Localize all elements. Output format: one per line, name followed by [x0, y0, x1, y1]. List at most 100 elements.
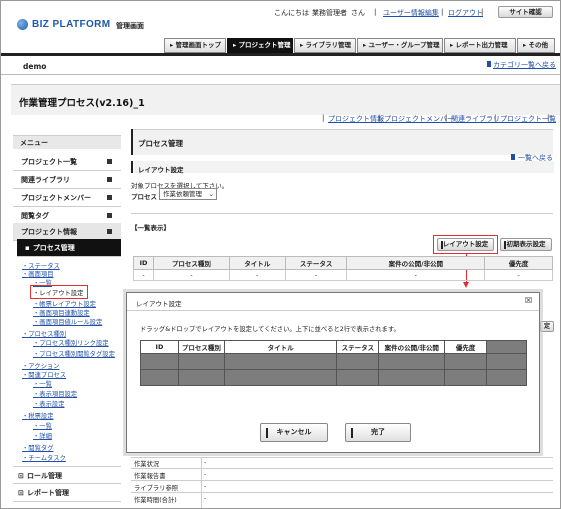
highlight-box	[433, 235, 498, 254]
lower-row-label: 作業報告書	[134, 473, 166, 480]
tree-link-view-tag[interactable]: ・閲覧タグ	[22, 443, 53, 452]
greeting: こんにちは	[274, 9, 309, 17]
drop-slot[interactable]	[444, 353, 488, 370]
logout-link[interactable]: ログアウト	[448, 8, 483, 18]
col-header: 案件の公開/非公開	[346, 256, 486, 270]
project-info-link[interactable]: プロジェクト情報	[328, 114, 384, 124]
grid-row	[140, 369, 527, 386]
tab-admin-top[interactable]: ▸ 管理画面トップ	[164, 38, 226, 53]
dialog-titlebar	[127, 293, 539, 311]
grid-header-row: ID プロセス種別 タイトル ステータス 案件の公開/非公開 優先度	[140, 340, 527, 354]
drop-slot[interactable]	[336, 353, 380, 370]
layout-grid[interactable]: ID プロセス種別 タイトル ステータス 案件の公開/非公開 優先度	[140, 340, 527, 386]
close-icon[interactable]: ☒	[525, 296, 532, 305]
tree-label: 帳票レイアウト設定	[39, 301, 96, 308]
list-section-label: 【一覧表示】	[131, 224, 170, 232]
process-select[interactable]: 作業依頼管理 ⌄	[159, 188, 217, 200]
drop-slot[interactable]	[140, 353, 179, 370]
tab-project-admin[interactable]: ▸ プロジェクト管理	[227, 38, 293, 53]
draggable-column[interactable]: ステータス	[336, 340, 380, 354]
tree-link-screen-items[interactable]: ・画面項目	[22, 269, 53, 278]
col-header: 優先度	[484, 256, 553, 270]
drop-slot[interactable]	[444, 369, 488, 386]
layout-subtitle: レイアウト設定	[138, 166, 184, 174]
app-name: 管理画面	[116, 22, 144, 30]
draggable-column[interactable]: プロセス種別	[177, 340, 225, 354]
square-bullet-icon	[107, 159, 112, 164]
sidebar-item-process-admin[interactable]: ▪ プロセス管理	[17, 239, 121, 257]
empty-drop-slot[interactable]	[486, 340, 527, 354]
tree-link-process-type-tag[interactable]: ・プロセス種別閲覧タグ設定	[33, 349, 115, 358]
link-bullet-icon	[511, 154, 515, 160]
square-bullet-icon	[107, 213, 112, 218]
link-sep: |	[547, 114, 550, 122]
tree-link-display-items[interactable]: ・表示項目設定	[33, 389, 77, 398]
table-cell: -	[484, 269, 553, 281]
draggable-column[interactable]: 案件の公開/非公開	[378, 340, 446, 354]
tree-link-form-detail[interactable]: ・詳細	[33, 431, 52, 440]
done-label: 完了	[371, 428, 385, 436]
sidebar-item-related-library[interactable]: 関連ライブラリ	[13, 171, 121, 189]
drop-slot[interactable]	[378, 369, 446, 386]
draggable-column[interactable]: 優先度	[444, 340, 488, 354]
tree-link-action[interactable]: ・アクション	[22, 361, 59, 370]
drop-slot[interactable]	[378, 353, 446, 370]
partial-settings-button[interactable]: 定	[540, 321, 554, 332]
honorific: さん	[351, 9, 365, 17]
tree-link-form-settings[interactable]: ・税票設定	[22, 411, 53, 420]
drop-slot[interactable]	[223, 353, 338, 370]
initial-display-button[interactable]: 初期表示設定	[500, 238, 552, 251]
grid-row	[140, 353, 527, 370]
sidebar-item-report-admin[interactable]: ⊡ レポート管理	[13, 484, 121, 502]
lower-row-label: 作業状況	[134, 461, 160, 468]
user-name: 業務管理者	[312, 9, 347, 17]
tree-link-form-list[interactable]: ・一覧	[33, 421, 52, 430]
project-member-link[interactable]: プロジェクトメンバー	[384, 114, 454, 124]
related-library-link[interactable]: 関連ライブラリ	[451, 114, 500, 124]
drop-slot[interactable]	[336, 369, 380, 386]
divider	[131, 468, 553, 469]
draggable-column[interactable]: ID	[140, 340, 179, 354]
sidebar-item-role-admin[interactable]: ⊡ ロール管理	[13, 466, 121, 484]
page-title: 作業管理プロセス(v2.16)_1	[19, 98, 145, 109]
category-back-link[interactable]: カテゴリ一覧へ戻る	[493, 60, 556, 70]
subsection-bar	[134, 161, 554, 173]
tree-link-process-type[interactable]: ・プロセス種別	[22, 329, 66, 338]
drop-slot[interactable]	[486, 369, 527, 386]
tree-link-rel-list[interactable]: ・一覧	[33, 379, 52, 388]
site-confirm-button[interactable]: サイト確認	[498, 6, 553, 18]
button-bar-icon	[351, 428, 353, 438]
tab-other[interactable]: ▸ その他	[517, 38, 555, 53]
tab-user-group-admin[interactable]: ▸ ユーザー・グループ管理	[357, 38, 443, 53]
project-name: demo	[23, 62, 47, 71]
lower-row-value: -	[204, 483, 207, 490]
sidebar-item-project-list[interactable]: プロジェクト一覧	[13, 153, 121, 171]
done-button[interactable]: 完了	[345, 423, 411, 442]
drop-slot[interactable]	[177, 353, 225, 370]
link-sep: |	[445, 114, 448, 122]
drop-slot[interactable]	[223, 369, 338, 386]
tree-link-related-process[interactable]: ・関連プロセス	[22, 370, 66, 379]
sidebar-item-project-member[interactable]: プロジェクトメンバー	[13, 189, 121, 207]
col-header: タイトル	[228, 256, 286, 270]
tree-link-item-rule[interactable]: ・画面項目値ルール設定	[33, 317, 102, 326]
section-title: プロセス管理	[138, 139, 183, 148]
tree-link-item-link[interactable]: ・画面項目連動設定	[33, 308, 90, 317]
drop-slot[interactable]	[486, 353, 527, 370]
header-sep: |	[374, 8, 377, 16]
tree-link-team-task[interactable]: ・チームタスク	[22, 453, 66, 462]
tree-link-display-settings[interactable]: ・表示設定	[33, 399, 64, 408]
tree-label: アクション	[28, 363, 60, 370]
process-select-value: 作業依頼管理	[163, 190, 202, 198]
tab-label: 管理画面トップ	[175, 41, 222, 49]
tree-link-process-type-link[interactable]: ・プロセス種別リンク設定	[33, 338, 109, 347]
tab-report-admin[interactable]: ▸ レポート出力管理	[444, 38, 516, 53]
sidebar-header: メニュー	[13, 135, 121, 149]
tree-link-form-layout[interactable]: ・帳票レイアウト設定	[33, 299, 96, 308]
draggable-column[interactable]: タイトル	[223, 340, 338, 354]
cancel-button[interactable]: キャンセル	[260, 423, 328, 442]
drop-slot[interactable]	[140, 369, 179, 386]
edit-user-link[interactable]: ユーザー情報編集	[383, 8, 439, 18]
tab-library-admin[interactable]: ▸ ライブラリ管理	[294, 38, 356, 53]
drop-slot[interactable]	[177, 369, 225, 386]
